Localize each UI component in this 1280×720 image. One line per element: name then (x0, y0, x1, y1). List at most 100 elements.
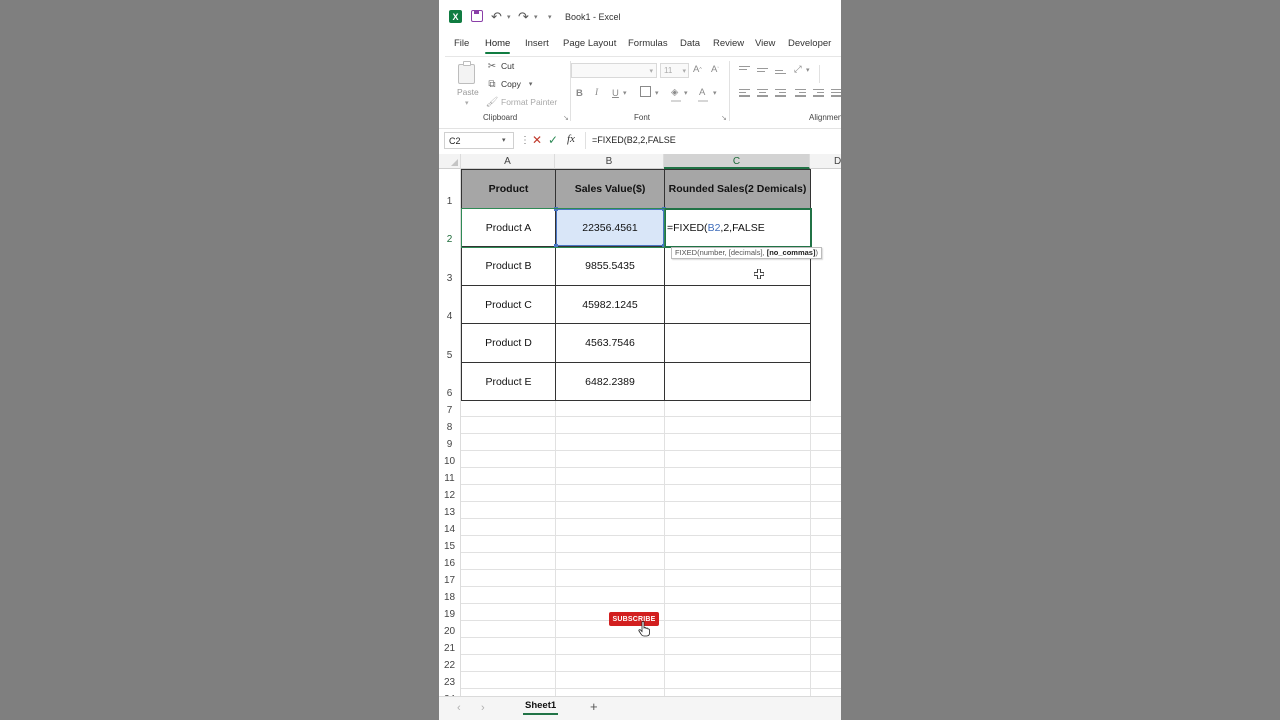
redo-icon[interactable]: ↷ (518, 9, 529, 24)
column-header-a[interactable]: A (461, 154, 555, 169)
wrap-text-icon[interactable] (831, 89, 841, 98)
tab-data[interactable]: Data (680, 38, 700, 49)
copy-dropdown-icon[interactable]: ▾ (529, 80, 533, 88)
subscribe-button[interactable]: SUBSCRIBE (609, 612, 659, 626)
save-icon[interactable] (471, 10, 483, 22)
tab-home[interactable]: Home (485, 38, 511, 54)
align-left-icon[interactable] (739, 89, 750, 98)
italic-button[interactable]: I (595, 88, 598, 98)
borders-icon[interactable] (640, 86, 651, 97)
row-header[interactable]: 12 (439, 485, 461, 502)
row-header[interactable]: 15 (439, 536, 461, 553)
underline-button[interactable]: U (612, 88, 619, 99)
row-header[interactable]: 1 (439, 169, 461, 208)
bold-button[interactable]: B (576, 88, 583, 99)
tab-page-layout[interactable]: Page Layout (563, 38, 616, 49)
name-box-dropdown-icon[interactable]: ▾ (502, 136, 506, 144)
cell-c2-editing[interactable]: =FIXED(B2,2,FALSE (665, 209, 811, 247)
cancel-icon[interactable]: ✕ (532, 133, 542, 147)
cell-a3[interactable]: Product B (462, 247, 556, 286)
header-cell-product[interactable]: Product (462, 170, 556, 209)
select-all-button[interactable] (439, 154, 461, 169)
cell-c4[interactable] (665, 286, 811, 324)
row-header[interactable]: 20 (439, 621, 461, 638)
sheet-tab-sheet1[interactable]: Sheet1 (523, 700, 559, 715)
cell-a4[interactable]: Product C (462, 286, 556, 324)
enter-check-icon[interactable]: ✓ (548, 133, 558, 147)
cell-c5[interactable] (665, 324, 811, 363)
tab-formulas[interactable]: Formulas (628, 38, 668, 49)
undo-icon[interactable]: ↶ (491, 9, 502, 24)
row-header[interactable]: 11 (439, 468, 461, 485)
cell-a6[interactable]: Product E (462, 363, 556, 401)
header-cell-rounded-sales[interactable]: Rounded Sales(2 Demicals) (665, 170, 811, 209)
add-sheet-button[interactable]: + (590, 699, 598, 714)
increase-font-icon[interactable]: A ^ (693, 64, 702, 75)
row-header[interactable]: 7 (439, 400, 461, 417)
row-header[interactable]: 2 (439, 208, 461, 246)
row-header[interactable]: 24 (439, 689, 461, 696)
cell-a5[interactable]: Product D (462, 324, 556, 363)
row-header[interactable]: 4 (439, 285, 461, 323)
increase-indent-icon[interactable] (813, 89, 824, 98)
cut-button[interactable]: ✂ Cut (487, 61, 514, 72)
header-cell-sales-value[interactable]: Sales Value($) (556, 170, 665, 209)
row-header[interactable]: 8 (439, 417, 461, 434)
row-header[interactable]: 18 (439, 587, 461, 604)
column-header-b[interactable]: B (555, 154, 664, 169)
function-tooltip[interactable]: FIXED(number, [decimals], [no_commas]) (671, 247, 822, 259)
formula-input[interactable]: =FIXED(B2,2,FALSE (585, 132, 841, 149)
underline-dropdown-icon[interactable]: ▾ (623, 89, 627, 97)
fill-color-dropdown-icon[interactable]: ▾ (684, 89, 688, 97)
insert-function-icon[interactable]: fx (567, 133, 575, 145)
borders-dropdown-icon[interactable]: ▾ (655, 89, 659, 97)
cell-b2[interactable]: 22356.4561 (556, 209, 665, 247)
row-header[interactable]: 5 (439, 323, 461, 362)
font-name-select[interactable]: ▾ (571, 63, 657, 78)
row-header[interactable]: 21 (439, 638, 461, 655)
paste-dropdown-icon[interactable]: ▾ (465, 99, 469, 107)
align-center-icon[interactable] (757, 89, 768, 98)
row-header[interactable]: 17 (439, 570, 461, 587)
row-header[interactable]: 16 (439, 553, 461, 570)
tab-view[interactable]: View (755, 38, 775, 49)
undo-dropdown-icon[interactable]: ▾ (507, 10, 511, 24)
decrease-indent-icon[interactable] (795, 89, 806, 98)
orientation-dropdown-icon[interactable]: ▾ (806, 66, 810, 74)
cell-a2[interactable]: Product A (462, 209, 556, 247)
cell-b5[interactable]: 4563.7546 (556, 324, 665, 363)
tab-insert[interactable]: Insert (525, 38, 549, 49)
row-header[interactable]: 14 (439, 519, 461, 536)
fill-color-icon[interactable]: ◈ (671, 87, 678, 98)
font-color-dropdown-icon[interactable]: ▾ (713, 89, 717, 97)
cell-b4[interactable]: 45982.1245 (556, 286, 665, 324)
font-color-icon[interactable]: A (699, 87, 705, 98)
format-painter-button[interactable]: 🖌 Format Painter (486, 97, 558, 108)
bottom-align-icon[interactable] (775, 70, 786, 79)
row-header[interactable]: 3 (439, 246, 461, 285)
align-right-icon[interactable] (775, 89, 786, 98)
middle-align-icon[interactable] (757, 68, 768, 77)
redo-dropdown-icon[interactable]: ▾ (534, 10, 538, 24)
row-header[interactable]: 6 (439, 362, 461, 400)
worksheet-grid[interactable]: A B C D 1 2 3 4 5 6 7 8 9 10 11 12 13 14… (439, 154, 841, 696)
row-header[interactable]: 22 (439, 655, 461, 672)
cell-c6[interactable] (665, 363, 811, 401)
row-header[interactable]: 19 (439, 604, 461, 621)
chevron-left-icon[interactable]: ‹ (457, 702, 461, 714)
orientation-icon[interactable]: ⤢ (794, 64, 802, 75)
chevron-right-icon[interactable]: › (481, 702, 485, 714)
decrease-font-icon[interactable]: Aˇ (711, 64, 719, 75)
copy-button[interactable]: ⧉ Copy ▾ (487, 79, 533, 90)
cell-b6[interactable]: 6482.2389 (556, 363, 665, 401)
font-launcher-icon[interactable]: ↘ (721, 114, 727, 122)
row-header[interactable]: 9 (439, 434, 461, 451)
customize-qat-icon[interactable]: ▾ (548, 10, 552, 24)
formula-bar-handle-icon[interactable]: ⋮ (520, 135, 530, 146)
row-header[interactable]: 23 (439, 672, 461, 689)
top-align-icon[interactable] (739, 66, 750, 75)
tab-developer[interactable]: Developer (788, 38, 831, 49)
clipboard-launcher-icon[interactable]: ↘ (563, 114, 569, 122)
column-header-d[interactable]: D (810, 154, 841, 169)
cell-b3[interactable]: 9855.5435 (556, 247, 665, 286)
